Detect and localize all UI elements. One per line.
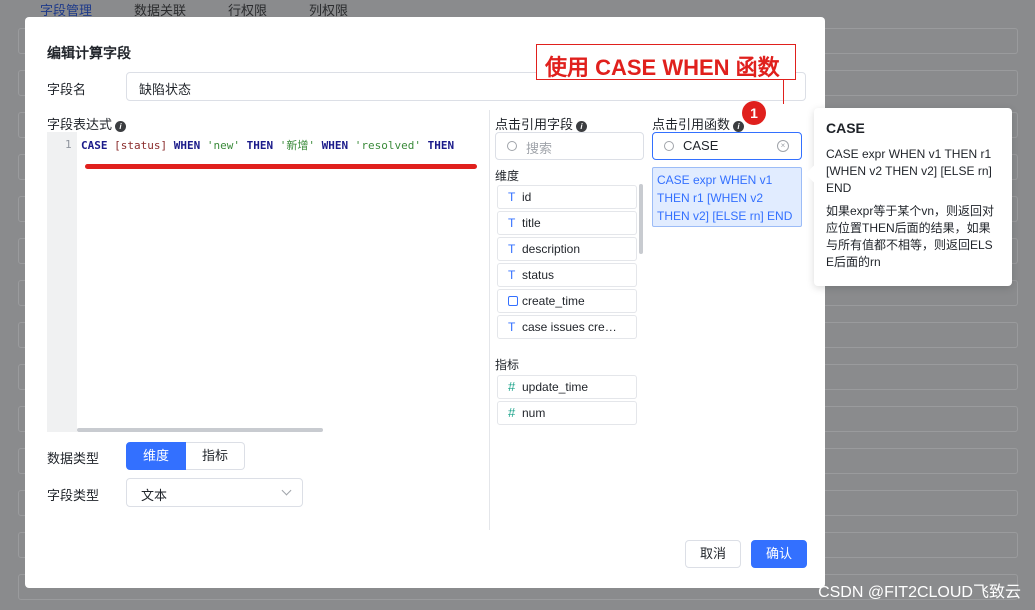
- annotation-underline: [85, 164, 477, 169]
- field-name: create_time: [522, 294, 585, 308]
- bg-tab-fields: 字段管理: [40, 0, 92, 18]
- edit-calculated-field-dialog: 编辑计算字段 字段名 缺陷状态 字段表达式i 1 CASE [status] W…: [25, 17, 825, 588]
- data-type-metric-button[interactable]: 指标: [186, 442, 245, 470]
- horizontal-scrollbar[interactable]: [77, 428, 323, 432]
- code-token: THEN: [421, 139, 454, 152]
- bg-tab-column-permission: 列权限: [309, 0, 348, 18]
- field-list-scrollbar[interactable]: [639, 184, 643, 254]
- code-token: 'resolved': [355, 139, 421, 152]
- metric-group-title: 指标: [495, 356, 519, 373]
- field-item-status[interactable]: Tstatus: [497, 263, 637, 287]
- search-icon: [664, 141, 674, 151]
- expression-label-wrap: 字段表达式i: [47, 114, 126, 133]
- function-item-case[interactable]: CASE expr WHEN v1 THEN r1 [WHEN v2 THEN …: [652, 167, 802, 227]
- data-type-dimension-button[interactable]: 维度: [126, 442, 186, 470]
- info-icon[interactable]: i: [576, 121, 587, 132]
- metric-list: #update_time #num: [497, 375, 637, 427]
- editor-gutter: [47, 132, 77, 432]
- dialog-title: 编辑计算字段: [47, 43, 131, 63]
- code-token: [status]: [114, 139, 167, 152]
- field-name: num: [522, 406, 545, 420]
- dimension-group-title: 维度: [495, 167, 519, 184]
- code-token: THEN: [240, 139, 280, 152]
- tooltip-title: CASE: [826, 120, 1000, 136]
- field-item-title[interactable]: Ttitle: [497, 211, 637, 235]
- panel-divider: [489, 110, 490, 530]
- field-name: status: [522, 268, 554, 282]
- annotation-callout: 使用 CASE WHEN 函数: [536, 44, 796, 80]
- bg-tab-row-permission: 行权限: [228, 0, 267, 18]
- field-name: case issues cre…: [522, 320, 617, 334]
- field-search-input[interactable]: 搜索: [495, 132, 644, 160]
- data-type-toggle: 维度 指标: [126, 442, 245, 470]
- info-icon[interactable]: i: [733, 121, 744, 132]
- code-token: 'new': [207, 139, 240, 152]
- code-token: WHEN: [167, 139, 207, 152]
- function-search-input[interactable]: CASE ×: [652, 132, 802, 160]
- text-type-icon: T: [508, 316, 522, 338]
- code-line[interactable]: CASE [status] WHEN 'new' THEN '新增' WHEN …: [81, 137, 454, 153]
- code-token: WHEN: [315, 139, 355, 152]
- code-token: CASE: [81, 139, 114, 152]
- functions-panel-title-wrap: 点击引用函数i: [652, 114, 744, 133]
- field-item-update-time[interactable]: #update_time: [497, 375, 637, 399]
- field-item-case-issues[interactable]: Tcase issues cre…: [497, 315, 637, 339]
- chevron-down-icon: [282, 486, 292, 496]
- number-type-icon: #: [508, 402, 522, 424]
- fields-panel-title-wrap: 点击引用字段i: [495, 114, 587, 133]
- field-name-label: 字段名: [47, 79, 86, 98]
- expression-editor[interactable]: 1 CASE [status] WHEN 'new' THEN '新增' WHE…: [47, 132, 488, 432]
- text-type-icon: T: [508, 212, 522, 234]
- field-item-description[interactable]: Tdescription: [497, 237, 637, 261]
- field-item-id[interactable]: Tid: [497, 185, 637, 209]
- text-type-icon: T: [508, 264, 522, 286]
- function-search-value: CASE: [683, 138, 718, 153]
- line-number: 1: [65, 138, 72, 151]
- field-item-create-time[interactable]: create_time: [497, 289, 637, 313]
- text-type-icon: T: [508, 186, 522, 208]
- bg-tab-relations: 数据关联: [134, 0, 186, 18]
- field-name: description: [522, 242, 580, 256]
- field-item-num[interactable]: #num: [497, 401, 637, 425]
- field-type-select[interactable]: 文本: [126, 478, 303, 507]
- field-name: id: [522, 190, 531, 204]
- code-token: '新增': [280, 139, 315, 152]
- annotation-callout-text: 使用 CASE WHEN 函数: [545, 50, 780, 82]
- field-type-value: 文本: [141, 488, 167, 503]
- background-tabs: 字段管理 数据关联 行权限 列权限: [40, 0, 348, 18]
- clear-icon[interactable]: ×: [777, 140, 789, 152]
- field-name: title: [522, 216, 541, 230]
- watermark: CSDN @FIT2CLOUD飞致云: [818, 578, 1021, 602]
- annotation-marker: 1: [742, 101, 766, 125]
- field-search-placeholder: 搜索: [526, 141, 552, 156]
- info-icon[interactable]: i: [115, 121, 126, 132]
- tooltip-description: 如果expr等于某个vn，则返回对应位置THEN后面的结果，如果与所有值都不相等…: [826, 203, 1000, 271]
- field-name: update_time: [522, 380, 588, 394]
- search-icon: [507, 141, 517, 151]
- data-type-label: 数据类型: [47, 448, 99, 467]
- code-area[interactable]: CASE [status] WHEN 'new' THEN '新增' WHEN …: [77, 132, 488, 432]
- dimension-list: Tid Ttitle Tdescription Tstatus create_t…: [497, 185, 637, 341]
- annotation-connector: [783, 80, 784, 104]
- cancel-button[interactable]: 取消: [685, 540, 741, 568]
- field-type-label: 字段类型: [47, 485, 99, 504]
- confirm-button[interactable]: 确认: [751, 540, 807, 568]
- fields-panel-title: 点击引用字段: [495, 117, 573, 132]
- function-tooltip: CASE CASE expr WHEN v1 THEN r1 [WHEN v2 …: [814, 108, 1012, 286]
- tooltip-syntax: CASE expr WHEN v1 THEN r1 [WHEN v2 THEN …: [826, 146, 1000, 197]
- text-type-icon: T: [508, 238, 522, 260]
- expression-label: 字段表达式: [47, 117, 112, 132]
- calendar-icon: [508, 296, 518, 306]
- functions-panel-title: 点击引用函数: [652, 117, 730, 132]
- number-type-icon: #: [508, 376, 522, 398]
